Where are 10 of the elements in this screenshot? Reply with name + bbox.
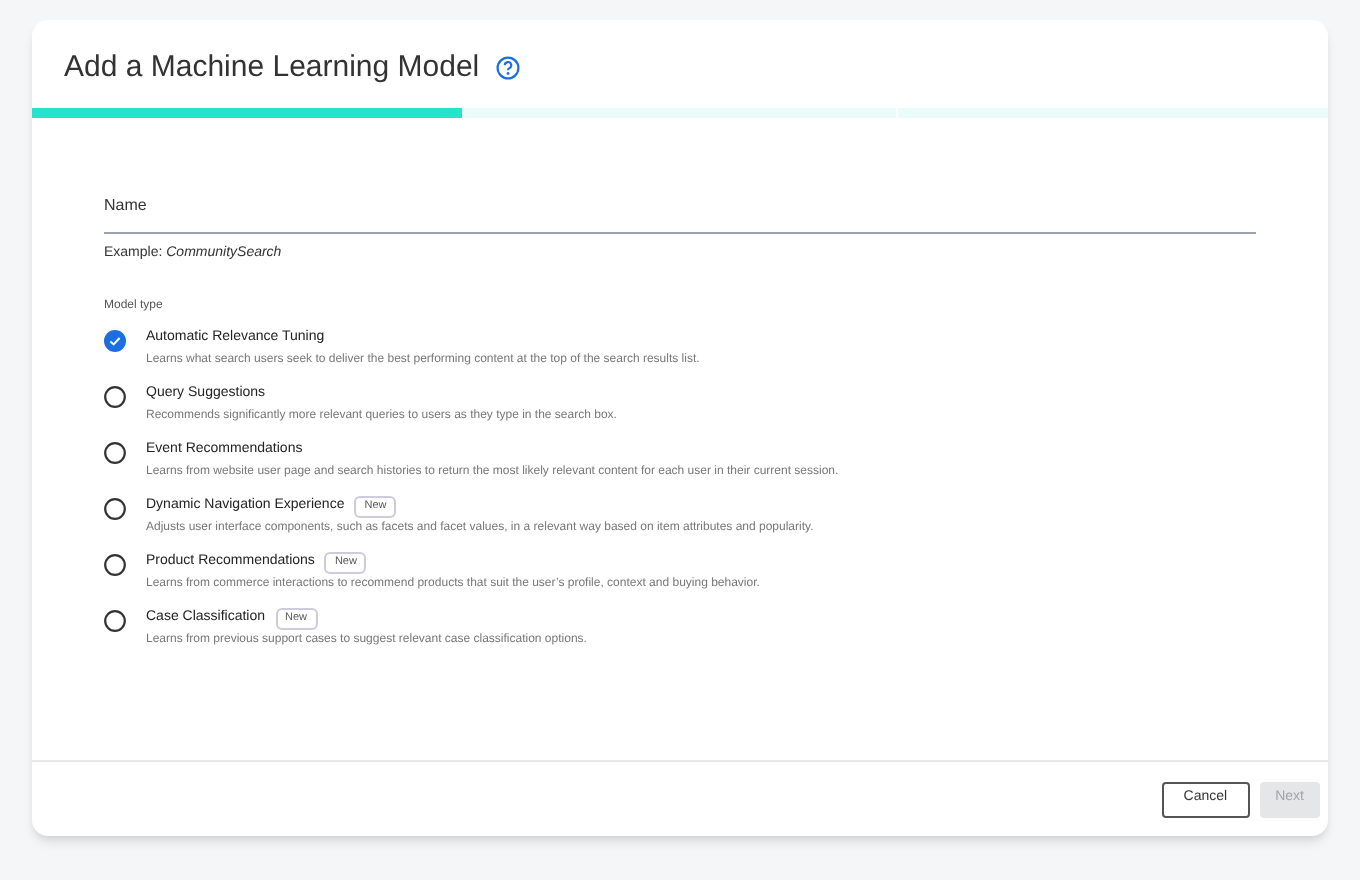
name-field[interactable]: Name: [104, 178, 1256, 234]
radio-button[interactable]: [104, 385, 126, 407]
radio-button[interactable]: [104, 329, 126, 351]
field-label: Name: [104, 196, 147, 214]
radio-button[interactable]: [104, 441, 126, 463]
radio-button[interactable]: [104, 497, 126, 519]
radio-button[interactable]: [104, 609, 126, 631]
help-icon[interactable]: [495, 56, 520, 80]
dialog-title: Add a Machine Learning Model: [64, 47, 480, 88]
radio-button[interactable]: [104, 553, 126, 575]
